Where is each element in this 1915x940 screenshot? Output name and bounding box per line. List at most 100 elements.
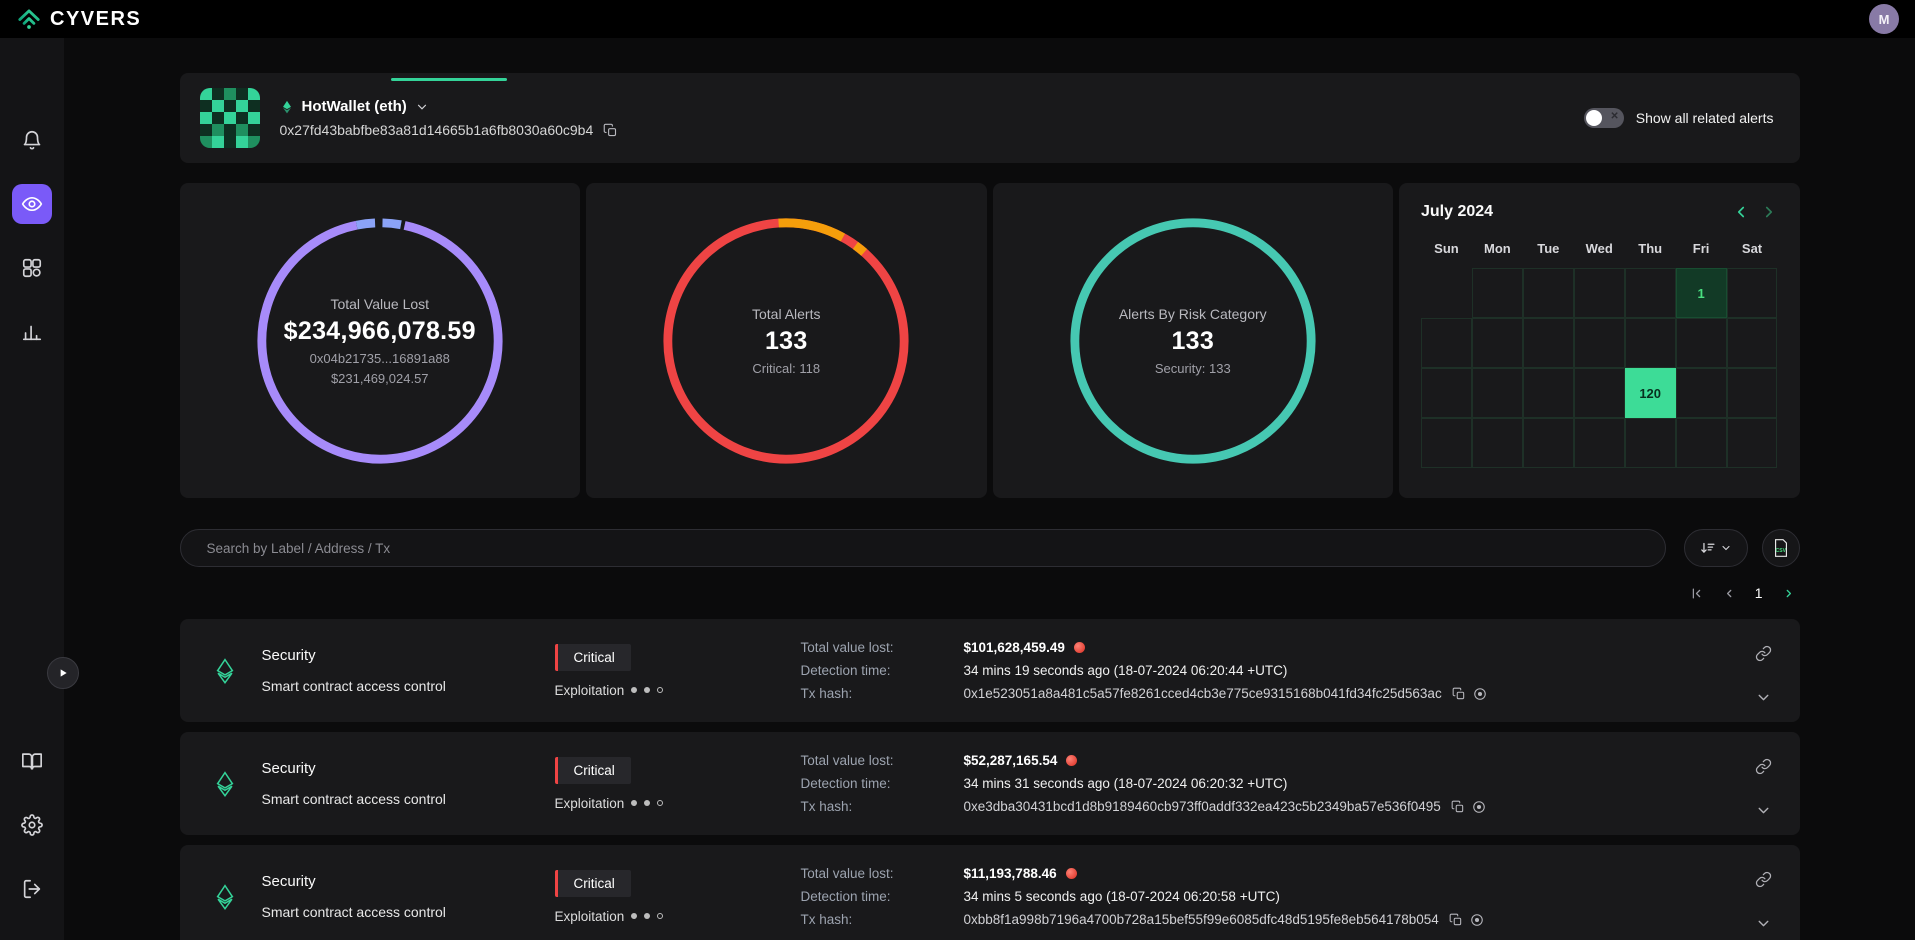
sidebar-item-alerts[interactable] [12, 120, 52, 160]
calendar-cell[interactable] [1472, 368, 1523, 418]
calendar-cell[interactable] [1523, 368, 1574, 418]
day-header: Fri [1676, 241, 1727, 256]
search-section: CSV [180, 529, 1800, 567]
eye-icon [21, 193, 43, 215]
calendar-cell[interactable] [1523, 418, 1574, 468]
calendar-cell[interactable] [1472, 318, 1523, 368]
calendar-cell[interactable] [1676, 318, 1727, 368]
copy-icon[interactable] [603, 123, 618, 138]
calendar-next-icon[interactable] [1760, 203, 1778, 221]
topbar: CYVERS M [0, 0, 1915, 38]
phase-dot-filled [644, 913, 650, 919]
calendar-cell[interactable] [1574, 368, 1625, 418]
calendar-cell[interactable] [1625, 318, 1676, 368]
phase-dot-filled [631, 913, 637, 919]
calendar-cell[interactable] [1727, 368, 1778, 418]
packages-icon [21, 257, 43, 279]
calendar-cell[interactable] [1574, 418, 1625, 468]
prev-page-icon[interactable] [1722, 586, 1737, 601]
alert-row[interactable]: Security Smart contract access control C… [180, 845, 1800, 940]
alert-type: Smart contract access control [262, 904, 446, 920]
explorer-icon[interactable] [1470, 913, 1484, 927]
calendar-cell-jul18[interactable]: 120 [1625, 368, 1676, 418]
field-label: Total value lost: [801, 752, 964, 769]
calendar-cell[interactable] [1676, 368, 1727, 418]
copy-icon[interactable] [1449, 913, 1463, 927]
alert-category: Security [262, 647, 446, 664]
chevron-down-icon [415, 100, 429, 114]
calendar-cell[interactable] [1523, 318, 1574, 368]
calendar-grid: 1 120 [1421, 268, 1778, 468]
copy-icon[interactable] [1451, 800, 1465, 814]
search-input[interactable] [180, 529, 1666, 567]
link-icon[interactable] [1755, 871, 1772, 888]
explorer-icon[interactable] [1472, 800, 1486, 814]
expand-chevron-icon[interactable] [1755, 689, 1772, 706]
brand-name: CYVERS [50, 8, 141, 31]
calendar-cell[interactable] [1574, 268, 1625, 318]
calendar-cell[interactable] [1472, 268, 1523, 318]
active-tab-indicator [391, 78, 507, 81]
cyvers-logo-icon [16, 6, 42, 32]
calendar-cell[interactable] [1421, 318, 1472, 368]
severity-badge: Critical [555, 870, 631, 897]
sort-button[interactable] [1684, 529, 1748, 567]
alert-row[interactable]: Security Smart contract access control C… [180, 732, 1800, 835]
calendar-cell[interactable] [1727, 418, 1778, 468]
explorer-icon[interactable] [1473, 687, 1487, 701]
current-page[interactable]: 1 [1755, 585, 1763, 601]
tour-play-button[interactable] [47, 657, 79, 689]
calendar-cell[interactable] [1727, 268, 1778, 318]
phase-dot-filled [631, 800, 637, 806]
link-icon[interactable] [1755, 645, 1772, 662]
alert-row[interactable]: Security Smart contract access control C… [180, 619, 1800, 722]
calendar-prev-icon[interactable] [1732, 203, 1750, 221]
wallet-address: 0x27fd43babfbe83a81d14665b1a6fb8030a60c9… [280, 122, 594, 138]
calendar-cell[interactable] [1727, 318, 1778, 368]
phase-dot-filled [631, 687, 637, 693]
brand[interactable]: CYVERS [16, 6, 141, 32]
calendar-cell[interactable] [1421, 418, 1472, 468]
field-label: Detection time: [801, 775, 964, 792]
toggle-label: Show all related alerts [1636, 110, 1774, 126]
stat-value: $234,966,078.59 [284, 317, 476, 346]
link-icon[interactable] [1755, 758, 1772, 775]
calendar-cell[interactable] [1523, 268, 1574, 318]
copy-icon[interactable] [1452, 687, 1466, 701]
user-avatar[interactable]: M [1869, 4, 1899, 34]
logout-icon [21, 878, 43, 900]
expand-chevron-icon[interactable] [1755, 915, 1772, 932]
wallet-selector[interactable]: HotWallet (eth) [280, 98, 619, 115]
sidebar-item-docs[interactable] [12, 741, 52, 781]
sidebar-item-portfolio[interactable] [12, 248, 52, 288]
stat-card-total-alerts: Total Alerts 133 Critical: 118 [586, 183, 987, 498]
phase-dot-hollow [657, 800, 663, 806]
calendar-cell[interactable] [1625, 418, 1676, 468]
sidebar-item-analytics[interactable] [12, 312, 52, 352]
toggle-knob [1586, 110, 1602, 126]
calendar-cell[interactable] [1574, 318, 1625, 368]
calendar-cell-jul5[interactable]: 1 [1676, 268, 1727, 318]
ethereum-icon [212, 884, 238, 910]
expand-chevron-icon[interactable] [1755, 802, 1772, 819]
show-related-alerts-toggle[interactable]: ✕ [1584, 108, 1624, 128]
export-csv-button[interactable]: CSV [1762, 529, 1800, 567]
field-label: Tx hash: [801, 685, 964, 702]
calendar-cell[interactable] [1676, 418, 1727, 468]
sidebar-item-settings[interactable] [12, 805, 52, 845]
toggle-off-mark: ✕ [1610, 111, 1618, 122]
calendar-cell[interactable] [1421, 368, 1472, 418]
sidebar-item-logout[interactable] [12, 869, 52, 909]
calendar-card: July 2024 Sun Mon Tue Wed Th [1399, 183, 1800, 498]
day-header: Tue [1523, 241, 1574, 256]
alert-phase: Exploitation [555, 909, 625, 924]
tx-hash: 0xe3dba30431bcd1d8b9189460cb973ff0addf33… [964, 798, 1441, 815]
calendar-cell[interactable] [1472, 418, 1523, 468]
alert-phase: Exploitation [555, 796, 625, 811]
stat-title: Alerts By Risk Category [1119, 306, 1267, 322]
calendar-cell[interactable] [1625, 268, 1676, 318]
next-page-icon[interactable] [1781, 586, 1796, 601]
first-page-icon[interactable] [1689, 586, 1704, 601]
sidebar-item-monitor[interactable] [12, 184, 52, 224]
stat-value: 133 [765, 327, 808, 356]
